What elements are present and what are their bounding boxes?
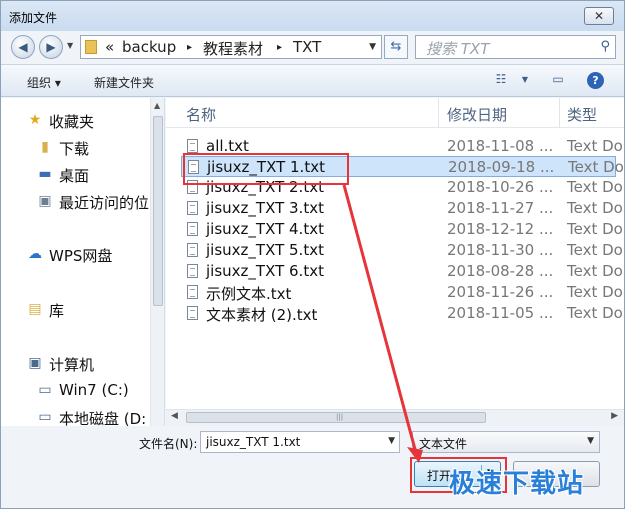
text-file-icon bbox=[187, 222, 198, 236]
back-button[interactable]: ◀ bbox=[11, 35, 35, 59]
scroll-right-icon[interactable]: ▶ bbox=[611, 411, 618, 421]
search-input[interactable]: 搜索 TXT bbox=[426, 38, 489, 59]
preview-pane-icon[interactable]: ▭ bbox=[548, 72, 568, 88]
text-file-icon bbox=[187, 306, 198, 320]
column-header-date[interactable]: 修改日期 bbox=[447, 104, 507, 125]
star-icon: ★ bbox=[28, 112, 42, 128]
text-file-icon bbox=[187, 243, 198, 257]
arrow-left-icon: ◀ bbox=[18, 40, 28, 54]
desktop-icon: ▬ bbox=[38, 166, 52, 182]
search-box[interactable]: 搜索 TXT ⚲ bbox=[415, 35, 616, 59]
column-divider[interactable] bbox=[559, 98, 560, 128]
refresh-button[interactable]: ⇆ bbox=[384, 35, 408, 59]
address-bar[interactable]: « backup ▸ 教程素材 ▸ TXT ▼ bbox=[80, 35, 382, 59]
drive-icon: ▭ bbox=[38, 382, 52, 398]
file-list: ^ 名称 修改日期 类型 all.txt 2018-11-08 ... Text… bbox=[166, 98, 624, 426]
filename-value: jisuxz_TXT 1.txt bbox=[206, 435, 301, 449]
column-header-type[interactable]: 类型 bbox=[567, 104, 597, 125]
column-header-name[interactable]: 名称 bbox=[186, 104, 216, 125]
breadcrumb-backup[interactable]: backup bbox=[122, 38, 176, 56]
recent-locations-dropdown[interactable]: ▼ bbox=[67, 41, 73, 50]
computer-icon: ▣ bbox=[28, 355, 42, 371]
title-bar[interactable]: 添加文件 ✕ bbox=[1, 1, 624, 31]
sort-ascending-icon: ^ bbox=[306, 98, 314, 105]
filename-input[interactable]: jisuxz_TXT 1.txt ▼ bbox=[200, 431, 400, 453]
open-file-dialog: 添加文件 ✕ ◀ ▶ ▼ « backup ▸ 教程素材 ▸ TXT ▼ ⇆ 搜… bbox=[0, 0, 625, 509]
drive-icon: ▭ bbox=[38, 409, 52, 425]
window-title: 添加文件 bbox=[9, 11, 58, 25]
file-row[interactable]: 示例文本.txt 2018-11-26 ... Text Do bbox=[181, 282, 623, 303]
horizontal-scrollbar[interactable]: ◀ ||| ▶ bbox=[166, 409, 624, 426]
close-button[interactable]: ✕ bbox=[584, 7, 614, 25]
scroll-up-icon[interactable]: ▲ bbox=[154, 101, 160, 110]
column-header-row: ^ 名称 修改日期 类型 bbox=[166, 98, 624, 128]
help-icon[interactable]: ? bbox=[587, 72, 604, 89]
search-icon[interactable]: ⚲ bbox=[600, 39, 610, 54]
file-row[interactable]: jisuxz_TXT 4.txt 2018-12-12 ... Text Do bbox=[181, 219, 623, 240]
view-dropdown-icon[interactable]: ▼ bbox=[515, 75, 535, 91]
scroll-left-icon[interactable]: ◀ bbox=[171, 411, 178, 421]
breadcrumb-txt[interactable]: TXT bbox=[293, 38, 321, 56]
highlight-box-file bbox=[183, 153, 349, 185]
command-toolbar: 组织 ▾ 新建文件夹 ☷ ▼ ▭ ? bbox=[1, 64, 624, 97]
text-file-icon bbox=[187, 201, 198, 215]
file-row[interactable]: jisuxz_TXT 6.txt 2018-08-28 ... Text Do bbox=[181, 261, 623, 282]
breadcrumb-overflow[interactable]: « bbox=[105, 38, 114, 56]
filetype-value: 文本文件 bbox=[419, 437, 468, 451]
breadcrumb-separator[interactable]: ▸ bbox=[277, 42, 282, 53]
watermark-text: 极速下载站 bbox=[449, 469, 585, 499]
filetype-select[interactable]: 文本文件 ▼ bbox=[412, 431, 600, 453]
file-row[interactable]: jisuxz_TXT 5.txt 2018-11-30 ... Text Do bbox=[181, 240, 623, 261]
organize-button[interactable]: 组织 ▾ bbox=[27, 74, 61, 91]
filetype-dropdown-icon: ▼ bbox=[587, 436, 594, 446]
breadcrumb-separator[interactable]: ▸ bbox=[187, 42, 192, 53]
arrow-right-icon: ▶ bbox=[46, 40, 56, 54]
file-row[interactable]: jisuxz_TXT 3.txt 2018-11-27 ... Text Do bbox=[181, 198, 623, 219]
nav-pane-scrollbar[interactable]: ▲ bbox=[150, 98, 164, 426]
cloud-icon: ☁ bbox=[28, 246, 42, 262]
filename-label: 文件名(N): bbox=[139, 437, 198, 451]
file-row[interactable]: 文本素材 (2).txt 2018-11-05 ... Text Do bbox=[181, 303, 623, 324]
scrollbar-grip-icon: ||| bbox=[336, 413, 344, 421]
new-folder-button[interactable]: 新建文件夹 bbox=[94, 74, 154, 91]
library-icon: ▤ bbox=[28, 301, 42, 317]
folder-icon bbox=[85, 40, 97, 54]
column-divider[interactable] bbox=[438, 98, 439, 128]
navigation-pane: ★ 收藏夹 ▮ 下载 ▬ 桌面 ▣ 最近访问的位 ☁ WPS网盘 ▤ 库 ▣ 计… bbox=[1, 98, 165, 426]
recent-places-icon: ▣ bbox=[38, 193, 52, 209]
breadcrumb-tutorial[interactable]: 教程素材 bbox=[203, 38, 263, 59]
address-dropdown-icon[interactable]: ▼ bbox=[369, 42, 376, 52]
refresh-icon: ⇆ bbox=[390, 39, 402, 54]
view-options-icon[interactable]: ☷ bbox=[491, 72, 511, 88]
forward-button[interactable]: ▶ bbox=[39, 35, 63, 59]
scrollbar-thumb[interactable] bbox=[153, 116, 163, 306]
text-file-icon bbox=[187, 264, 198, 278]
address-row: ◀ ▶ ▼ « backup ▸ 教程素材 ▸ TXT ▼ ⇆ 搜索 TXT ⚲ bbox=[1, 31, 624, 63]
filename-dropdown-icon[interactable]: ▼ bbox=[388, 436, 395, 446]
download-folder-icon: ▮ bbox=[41, 139, 49, 155]
text-file-icon bbox=[187, 139, 198, 153]
text-file-icon bbox=[187, 285, 198, 299]
